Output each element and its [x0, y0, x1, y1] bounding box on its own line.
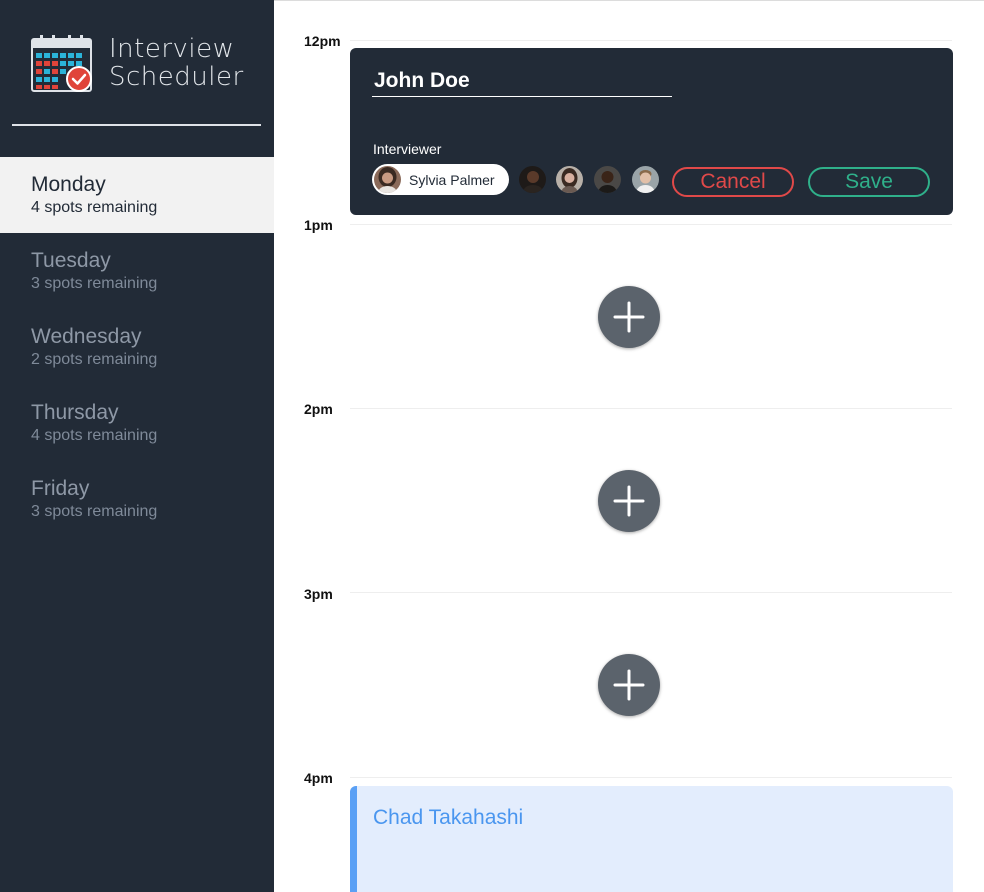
- appointment-form: Interviewer Sylvia Palmer: [350, 48, 953, 215]
- add-appointment-button[interactable]: [598, 470, 660, 532]
- appointment-accent-bar: [350, 786, 357, 892]
- day-name: Friday: [31, 477, 90, 500]
- calendar-check-icon: [31, 35, 95, 93]
- interviewer-avatar[interactable]: [519, 166, 546, 193]
- hour-separator: [350, 777, 952, 778]
- interviewer-avatar[interactable]: [632, 166, 659, 193]
- hour-label-1pm: 1pm: [304, 217, 333, 233]
- plus-icon: [613, 301, 645, 333]
- day-spots: 2 spots remaining: [31, 351, 158, 368]
- add-appointment-button[interactable]: [598, 654, 660, 716]
- appointment-student-name: Chad Takahashi: [373, 806, 524, 829]
- schedule: 12pm 1pm 2pm 3pm 4pm Interviewer Sylvia …: [274, 0, 984, 892]
- hour-label-12pm: 12pm: [304, 33, 341, 49]
- interviewer-avatar[interactable]: [556, 166, 583, 193]
- interviewer-selected[interactable]: Sylvia Palmer: [372, 164, 509, 195]
- day-name: Wednesday: [31, 325, 142, 348]
- day-item-friday[interactable]: Friday 3 spots remaining: [0, 461, 274, 537]
- app-title-line2: Scheduler: [109, 62, 244, 92]
- interviewer-label: Interviewer: [373, 141, 442, 157]
- hour-label-3pm: 3pm: [304, 586, 333, 602]
- plus-icon: [613, 669, 645, 701]
- app-title: Interview Scheduler: [109, 35, 244, 91]
- day-item-wednesday[interactable]: Wednesday 2 spots remaining: [0, 309, 274, 385]
- day-spots: 4 spots remaining: [31, 427, 158, 444]
- hour-label-4pm: 4pm: [304, 770, 333, 786]
- app-title-line1: Interview: [109, 34, 235, 64]
- student-name-input[interactable]: [372, 66, 672, 97]
- hour-label-2pm: 2pm: [304, 401, 333, 417]
- day-name: Tuesday: [31, 249, 111, 272]
- cancel-button[interactable]: Cancel: [672, 167, 794, 197]
- hour-separator: [350, 592, 952, 593]
- interviewer-avatar[interactable]: [594, 166, 621, 193]
- day-spots: 4 spots remaining: [31, 199, 158, 216]
- schedule-top-border: [274, 0, 984, 1]
- plus-icon: [613, 485, 645, 517]
- hour-separator: [350, 408, 952, 409]
- hour-separator: [350, 224, 952, 225]
- day-list: Monday 4 spots remaining Tuesday 3 spots…: [0, 157, 274, 537]
- day-name: Thursday: [31, 401, 119, 424]
- day-item-monday[interactable]: Monday 4 spots remaining: [0, 157, 274, 233]
- sidebar-divider: [12, 124, 261, 126]
- interviewer-selected-name: Sylvia Palmer: [409, 172, 495, 188]
- day-name: Monday: [31, 173, 106, 196]
- hour-separator: [350, 40, 952, 41]
- booked-appointment[interactable]: Chad Takahashi: [350, 786, 953, 892]
- sidebar: Interview Scheduler Monday 4 spots remai…: [0, 0, 274, 892]
- day-spots: 3 spots remaining: [31, 503, 158, 520]
- day-spots: 3 spots remaining: [31, 275, 158, 292]
- interviewer-avatar-sylvia-palmer: [374, 166, 401, 193]
- day-item-tuesday[interactable]: Tuesday 3 spots remaining: [0, 233, 274, 309]
- day-item-thursday[interactable]: Thursday 4 spots remaining: [0, 385, 274, 461]
- add-appointment-button[interactable]: [598, 286, 660, 348]
- save-button[interactable]: Save: [808, 167, 930, 197]
